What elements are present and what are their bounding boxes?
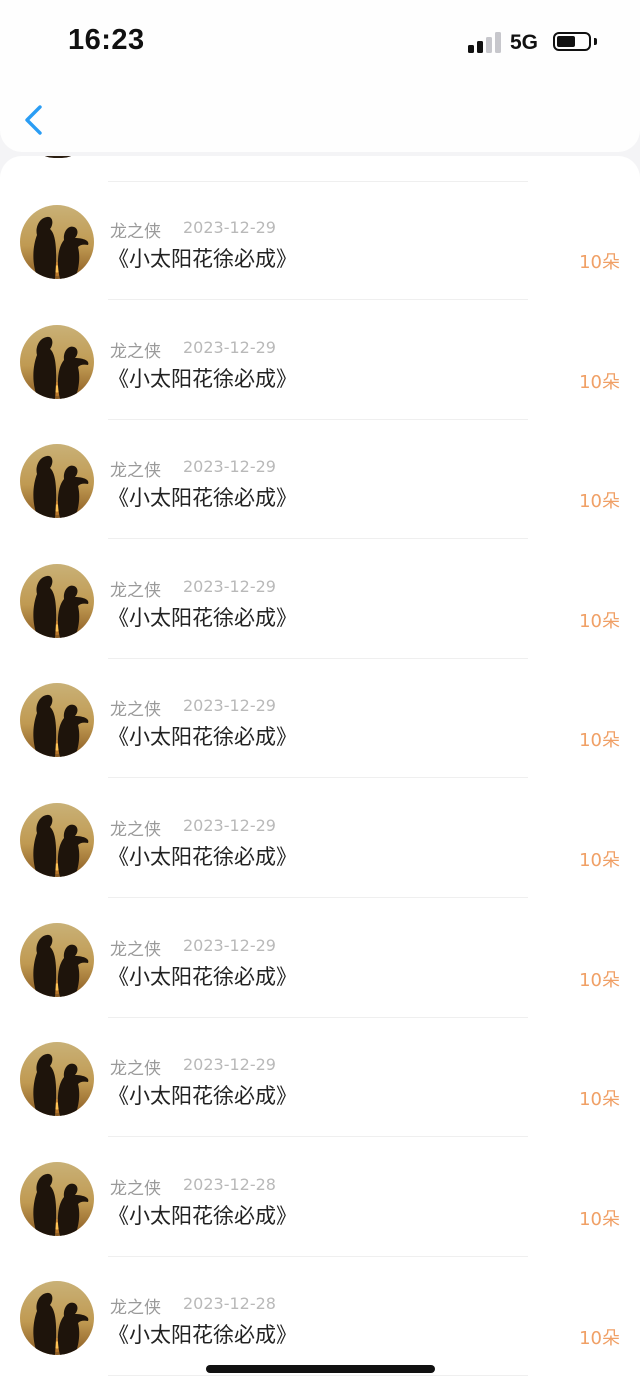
- list-item[interactable]: 龙之侠 2023-12-29 《小太阳花徐必成》 10朵: [0, 779, 640, 899]
- list-item[interactable]: 龙之侠 2023-12-28 《小太阳花徐必成》 10朵: [0, 1257, 640, 1377]
- avatar: [20, 1161, 94, 1236]
- gift-title: 《小太阳花徐必成》: [108, 964, 297, 989]
- record-date: 2023-12-29: [183, 457, 276, 477]
- list-item[interactable]: 龙之侠 2023-12-29 《小太阳花徐必成》 10朵: [0, 899, 640, 1019]
- user-name: 龙之侠: [110, 580, 161, 601]
- record-date: 2023-12-29: [183, 816, 276, 835]
- record-date: 2023-12-28: [183, 1174, 276, 1194]
- flower-count: 10朵: [579, 610, 620, 632]
- avatar: [20, 803, 94, 877]
- user-name: 龙之侠: [110, 700, 161, 721]
- back-button[interactable]: [18, 100, 54, 140]
- gift-title: 《小太阳花徐必成》: [108, 1084, 297, 1109]
- record-date: 2023-12-29: [183, 935, 276, 955]
- home-indicator: [206, 1365, 435, 1373]
- avatar: [20, 683, 94, 758]
- flower-count: 10朵: [579, 252, 620, 273]
- gift-title: 《小太阳花徐必成》: [108, 845, 297, 869]
- avatar: [20, 205, 94, 279]
- gift-title: 《小太阳花徐必成》: [108, 366, 297, 391]
- gift-title: 《小太阳花徐必成》: [108, 605, 297, 630]
- flower-count: 10朵: [579, 491, 620, 513]
- flower-count: 10朵: [579, 1089, 620, 1111]
- gift-title: 《小太阳花徐必成》: [108, 1323, 297, 1348]
- user-name: 龙之侠: [110, 1059, 161, 1080]
- top-bar: 16:23 5G: [0, 0, 640, 152]
- battery-cap: [594, 38, 597, 45]
- flower-count: 10朵: [579, 1208, 620, 1230]
- avatar: [20, 922, 94, 997]
- user-name: 龙之侠: [110, 939, 161, 960]
- avatar: [20, 324, 94, 399]
- gift-record-list[interactable]: 龙之侠 2023-12-29 《小太阳花徐必成》 10朵 龙之侠 2023-12…: [0, 156, 640, 1387]
- chevron-left-icon: [25, 105, 42, 135]
- user-name: 龙之侠: [110, 820, 161, 840]
- user-name: 龙之侠: [110, 1298, 161, 1319]
- flower-count: 10朵: [579, 1328, 620, 1350]
- network-type: 5G: [510, 31, 539, 54]
- flower-count: 10朵: [579, 371, 620, 393]
- avatar: [20, 1281, 94, 1356]
- gift-title: 《小太阳花徐必成》: [108, 486, 297, 511]
- avatar: [20, 563, 94, 638]
- record-date: 2023-12-29: [183, 218, 276, 237]
- user-name: 龙之侠: [110, 341, 161, 362]
- user-name: 龙之侠: [110, 1178, 161, 1199]
- signal-icon: [468, 31, 502, 53]
- gift-title: 《小太阳花徐必成》: [108, 725, 297, 750]
- gift-title: 《小太阳花徐必成》: [108, 247, 297, 271]
- list-item[interactable]: 龙之侠 2023-12-29 《小太阳花徐必成》 10朵: [0, 1018, 640, 1138]
- status-time: 16:23: [68, 24, 145, 56]
- flower-count: 10朵: [579, 850, 620, 871]
- avatar: [32, 156, 84, 158]
- flower-count: 10朵: [579, 730, 620, 752]
- record-date: 2023-12-29: [183, 1055, 276, 1075]
- record-date: 2023-12-29: [183, 337, 276, 357]
- record-date: 2023-12-29: [183, 696, 276, 716]
- list-item[interactable]: 龙之侠 2023-12-28 《小太阳花徐必成》 10朵: [0, 1138, 640, 1258]
- gift-title: 《小太阳花徐必成》: [108, 1203, 297, 1228]
- list-item[interactable]: 龙之侠 2023-12-29 《小太阳花徐必成》 10朵: [0, 301, 640, 421]
- list-item[interactable]: 龙之侠 2023-12-29 《小太阳花徐必成》 10朵: [0, 659, 640, 779]
- user-name: 龙之侠: [110, 461, 161, 482]
- list-item[interactable]: 龙之侠 2023-12-29 《小太阳花徐必成》 10朵: [0, 420, 640, 540]
- battery-level: [557, 36, 575, 47]
- avatar: [20, 444, 94, 519]
- user-name: 龙之侠: [110, 222, 161, 242]
- flower-count: 10朵: [579, 969, 620, 991]
- list-item[interactable]: 龙之侠 2023-12-29 《小太阳花徐必成》 10朵: [0, 181, 640, 301]
- divider: [108, 1375, 528, 1377]
- list-item[interactable]: 龙之侠 2023-12-29 《小太阳花徐必成》 10朵: [0, 540, 640, 660]
- record-date: 2023-12-29: [183, 576, 276, 596]
- avatar: [20, 1042, 94, 1117]
- record-date: 2023-12-28: [183, 1294, 276, 1314]
- battery-icon: [553, 32, 591, 51]
